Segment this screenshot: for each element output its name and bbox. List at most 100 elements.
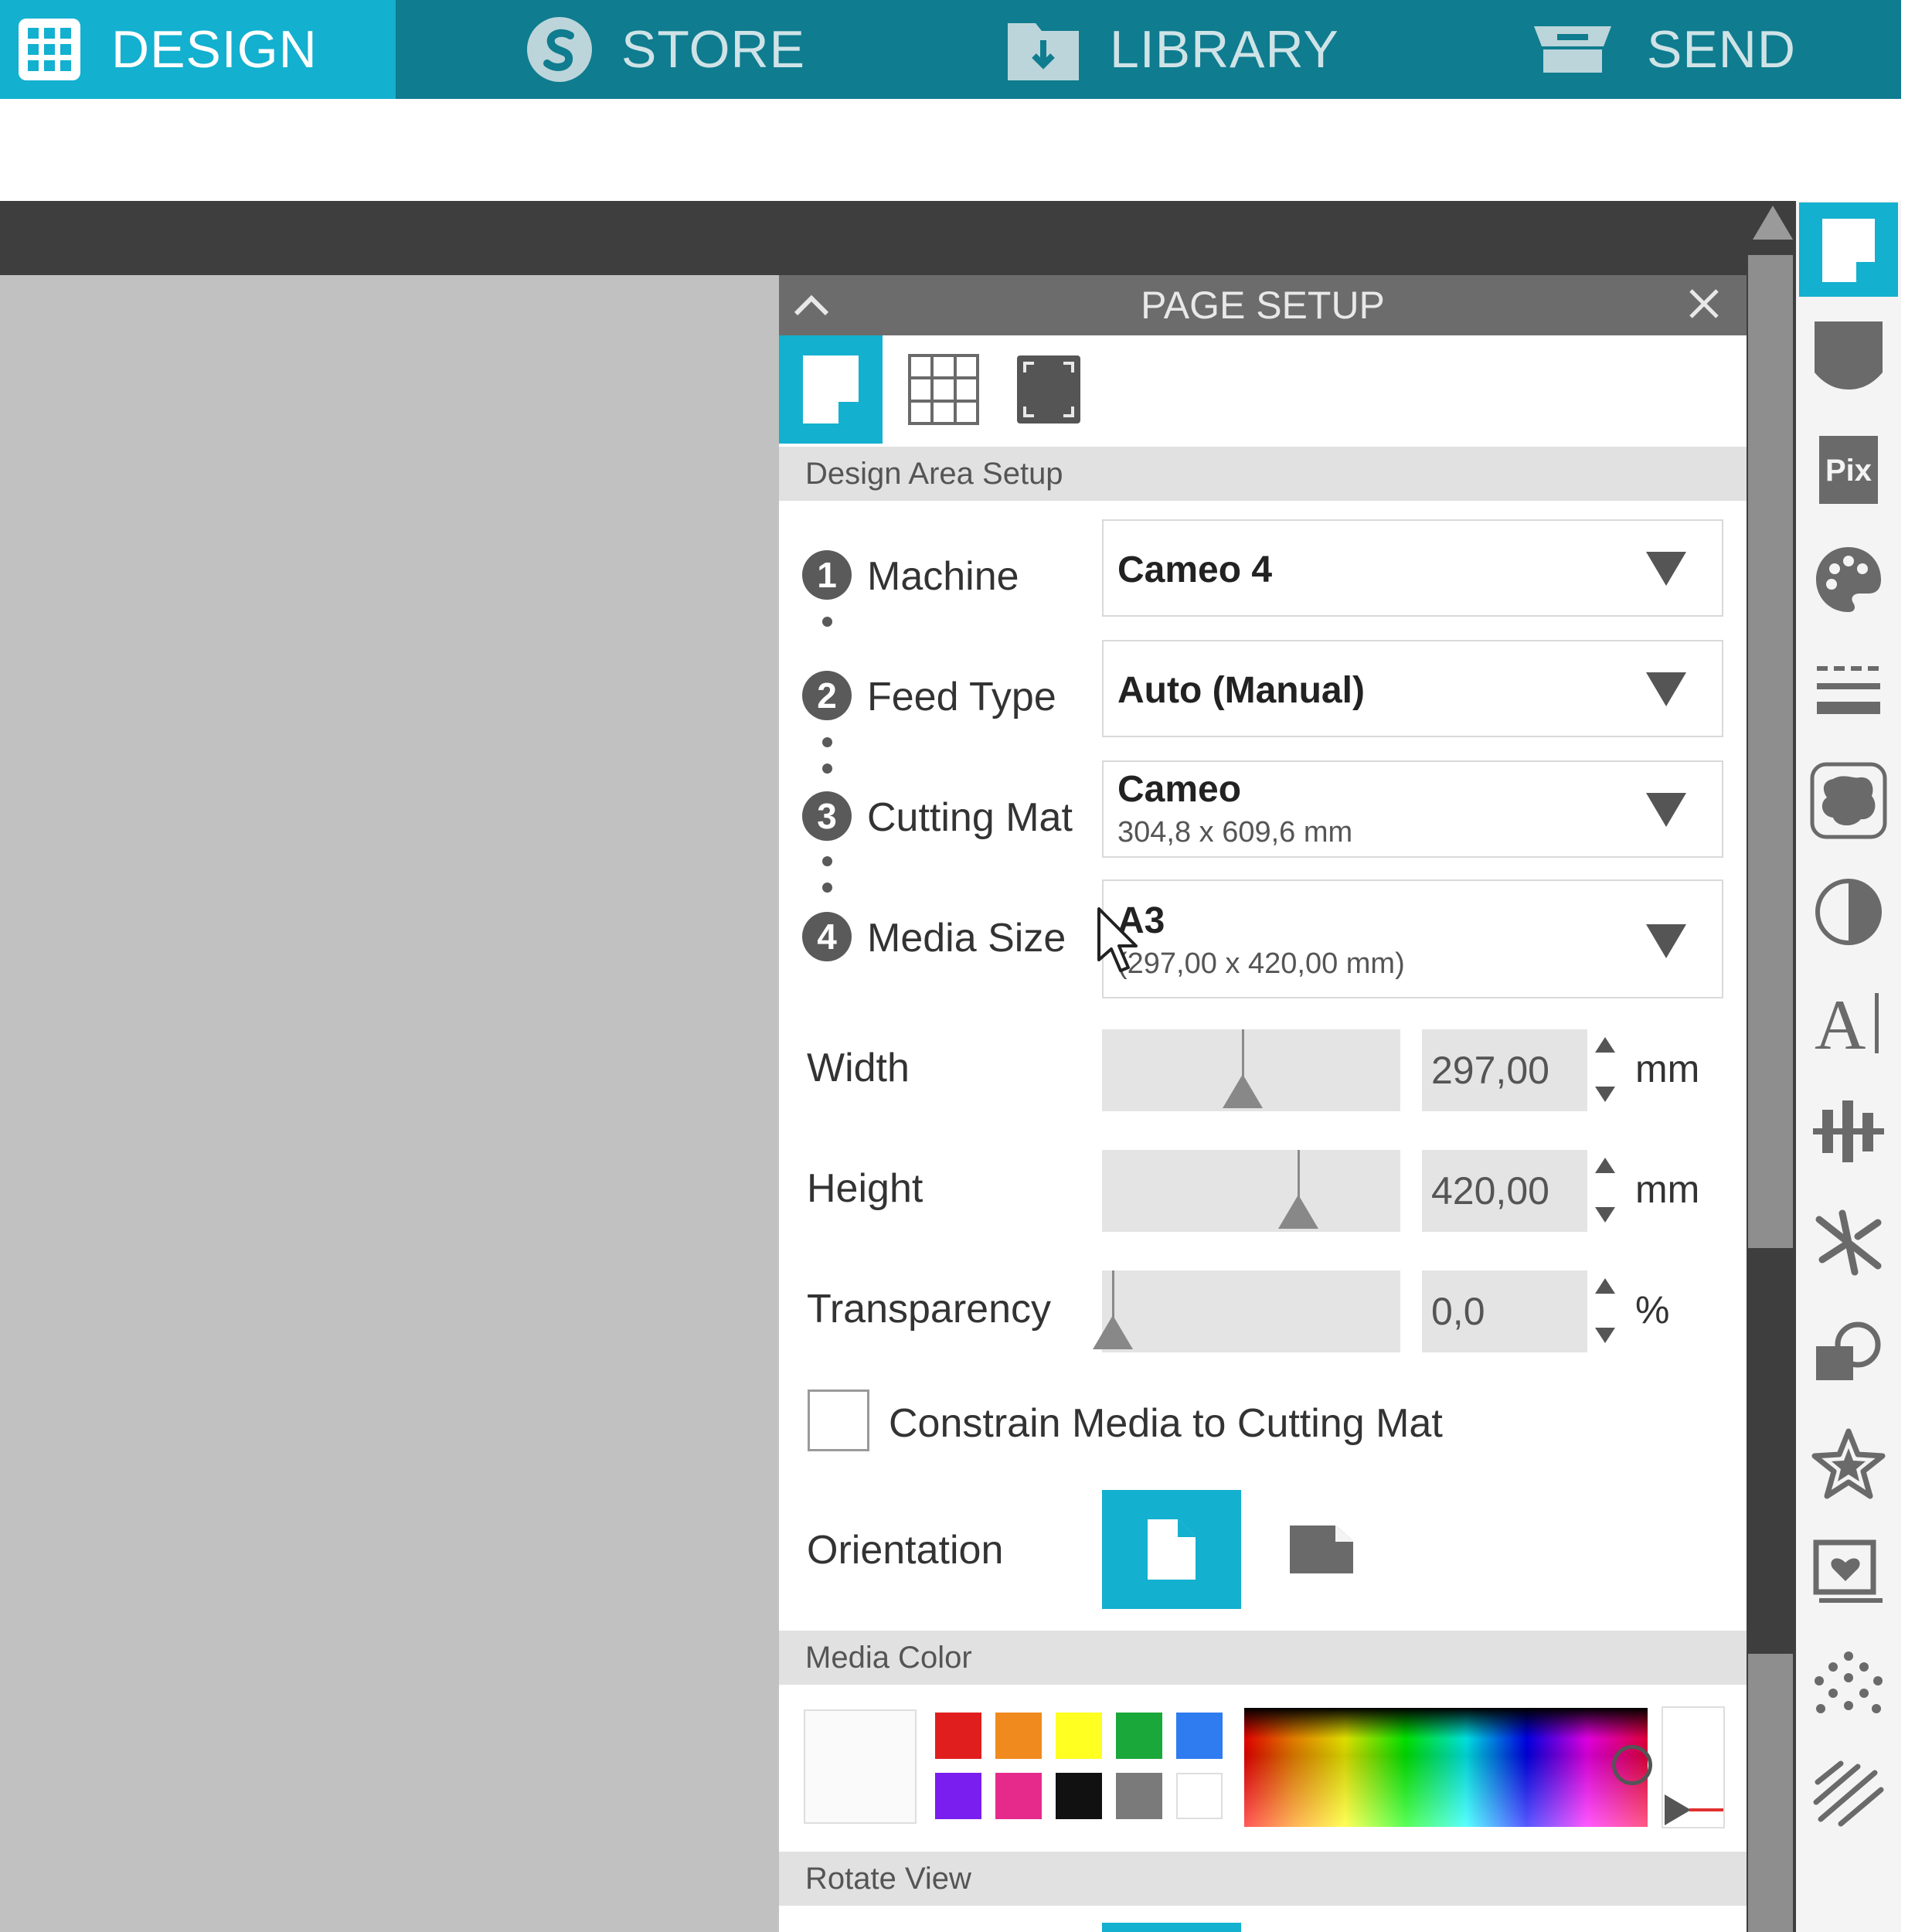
transparency-stepper[interactable] [1594,1272,1617,1349]
contrast-icon[interactable] [1808,872,1889,952]
step-badge: 2 [802,671,852,720]
spectrum-selector-handle[interactable] [1612,1745,1652,1785]
palette-icon[interactable] [1808,539,1889,620]
color-swatch[interactable] [1056,1773,1102,1819]
sketch-icon[interactable] [1808,1754,1889,1835]
width-stepper[interactable] [1594,1031,1617,1108]
scrollbar-thumb[interactable] [1748,255,1793,1248]
orientation-portrait-button[interactable] [1102,1490,1241,1609]
width-label: Width [807,1046,910,1090]
step-connector-dot [822,737,832,747]
step-connector-dot [822,764,832,774]
transparency-label: Transparency [807,1287,1051,1332]
top-navigation-bar: DESIGN STORE LIBRARY SEND [0,0,1901,99]
nav-tab-store[interactable]: STORE [526,0,805,99]
svg-text:Pix: Pix [1825,454,1872,488]
window-edge [1901,0,1932,1932]
transform-icon[interactable] [1808,1202,1889,1283]
replicate-icon[interactable] [1808,1312,1889,1393]
chevron-down-icon [1646,672,1686,706]
transparency-slider[interactable] [1093,1270,1400,1352]
favorites-star-icon[interactable] [1808,1423,1889,1504]
registration-marks-icon[interactable] [1808,317,1889,397]
fill-pattern-icon[interactable] [1808,760,1889,841]
height-slider[interactable] [1102,1150,1400,1232]
folder-download-icon [1005,15,1082,83]
nav-tab-design[interactable]: DESIGN [0,0,396,99]
canvas-top-bar [0,201,1796,275]
color-swatch[interactable] [995,1773,1042,1819]
close-icon[interactable] [1685,284,1723,323]
color-swatch[interactable] [1176,1773,1223,1819]
scrollbar-lower-segment[interactable] [1748,1654,1793,1932]
tab-border[interactable] [997,335,1100,444]
grid-icon [908,354,979,425]
text-style-icon[interactable]: A [1808,981,1889,1062]
slider-handle[interactable] [1093,1315,1133,1349]
nav-tab-label: SEND [1647,20,1796,79]
machine-dropdown[interactable]: Cameo 4 [1102,519,1723,617]
color-swatch[interactable] [1116,1773,1162,1819]
media-size-label: Media Size [867,916,1066,961]
orientation-label: Orientation [807,1528,1004,1573]
scroll-up-arrow-icon[interactable] [1753,206,1793,240]
tab-grid[interactable] [892,335,995,444]
spectrum-shade [1244,1708,1648,1739]
height-input[interactable]: 420,00 [1422,1150,1587,1232]
color-swatch[interactable] [995,1713,1042,1759]
secondary-toolbar [0,99,1901,201]
cutter-machine-icon [1526,15,1619,83]
panel-header: PAGE SETUP [779,275,1747,335]
brightness-arrow-icon[interactable] [1665,1794,1691,1825]
cutting-mat-value: Cameo [1117,769,1242,810]
rotate-view-header: Rotate View [779,1852,1747,1906]
color-swatch[interactable] [1056,1713,1102,1759]
panel-title: PAGE SETUP [1141,284,1385,327]
chevron-down-icon [1646,552,1686,586]
color-swatch[interactable] [1116,1713,1162,1759]
nav-tab-label: DESIGN [111,20,318,79]
color-swatch[interactable] [935,1713,981,1759]
height-label: Height [807,1166,923,1211]
height-unit: mm [1635,1168,1700,1211]
slider-handle[interactable] [1223,1074,1264,1108]
feed-type-dropdown[interactable]: Auto (Manual) [1102,640,1723,737]
rotate-view-button[interactable] [1102,1923,1241,1932]
width-unit: mm [1635,1047,1700,1090]
media-size-dropdown[interactable]: A3 (297,00 x 420,00 mm) [1102,879,1723,998]
portrait-page-icon [1148,1519,1196,1580]
color-swatch[interactable] [935,1773,981,1819]
media-size-dimensions: (297,00 x 420,00 mm) [1117,947,1405,980]
machine-value: Cameo 4 [1117,549,1273,590]
page-setup-icon[interactable] [1808,210,1889,291]
step-badge: 3 [802,791,852,841]
nav-tab-library[interactable]: LIBRARY [1005,0,1339,99]
width-input[interactable]: 297,00 [1422,1029,1587,1111]
step-badge: 1 [802,550,852,600]
nav-tab-label: LIBRARY [1110,20,1339,79]
orientation-landscape-button[interactable] [1267,1492,1376,1607]
align-icon[interactable] [1808,1091,1889,1172]
height-stepper[interactable] [1594,1151,1617,1229]
library-heart-icon[interactable] [1808,1533,1889,1614]
landscape-page-icon [1290,1526,1353,1573]
cutting-mat-dropdown[interactable]: Cameo 304,8 x 609,6 mm [1102,760,1723,858]
transparency-input[interactable]: 0,0 [1422,1270,1587,1352]
pix-scan-icon[interactable]: Pix [1808,430,1889,510]
constrain-media-checkbox[interactable] [808,1389,869,1451]
nav-tab-send[interactable]: SEND [1526,0,1796,99]
step-connector-dot [822,617,832,627]
slider-handle[interactable] [1277,1195,1318,1229]
rhinestone-icon[interactable] [1808,1645,1889,1725]
mouse-cursor-icon [1096,906,1142,975]
border-icon [1017,355,1080,423]
line-style-icon[interactable] [1808,651,1889,731]
design-canvas[interactable] [0,275,779,1932]
width-slider[interactable] [1102,1029,1400,1111]
color-swatch[interactable] [1176,1713,1223,1759]
tab-page-setup[interactable] [779,335,883,444]
feed-type-value: Auto (Manual) [1117,670,1365,711]
step-connector-dot [822,856,832,866]
cutting-mat-size: 304,8 x 609,6 mm [1117,816,1353,849]
current-color-preview [804,1709,917,1824]
